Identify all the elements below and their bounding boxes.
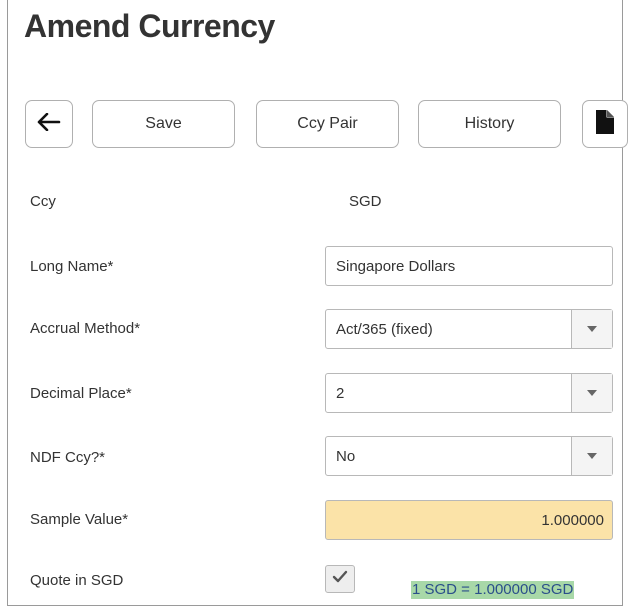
back-button[interactable] [25,100,73,148]
accrual-method-label: Accrual Method* [30,320,141,337]
save-button[interactable]: Save [92,100,235,148]
ccy-label: Ccy [30,193,56,210]
document-button[interactable] [582,100,628,148]
chevron-down-icon[interactable] [571,374,612,412]
quote-in-sgd-label: Quote in SGD [30,572,124,589]
long-name-label: Long Name* [30,258,114,275]
sample-value-label: Sample Value* [30,511,129,528]
history-button[interactable]: History [418,100,561,148]
long-name-input[interactable] [325,246,613,286]
accrual-method-value: Act/365 (fixed) [336,320,433,338]
accrual-method-select[interactable]: Act/365 (fixed) [325,309,613,349]
decimal-place-select[interactable]: 2 [325,373,613,413]
quote-in-sgd-checkbox[interactable] [325,565,355,593]
document-icon [595,109,615,140]
page-title: Amend Currency [24,8,275,44]
decimal-place-label: Decimal Place* [30,385,132,402]
chevron-down-icon[interactable] [571,437,612,475]
ccy-value: SGD [349,193,382,210]
sample-value-input[interactable] [325,500,613,540]
checkmark-icon [332,570,348,589]
ndf-ccy-label: NDF Ccy?* [30,449,106,466]
quote-result-text: 1 SGD = 1.000000 SGD [411,581,575,599]
decimal-place-value: 2 [336,384,345,402]
ccy-pair-button[interactable]: Ccy Pair [256,100,399,148]
chevron-down-icon[interactable] [571,310,612,348]
arrow-left-icon [37,112,61,136]
amend-currency-panel: Amend Currency Save Ccy Pair History Ccy… [7,0,628,606]
ndf-ccy-value: No [336,447,356,465]
ndf-ccy-select[interactable]: No [325,436,613,476]
